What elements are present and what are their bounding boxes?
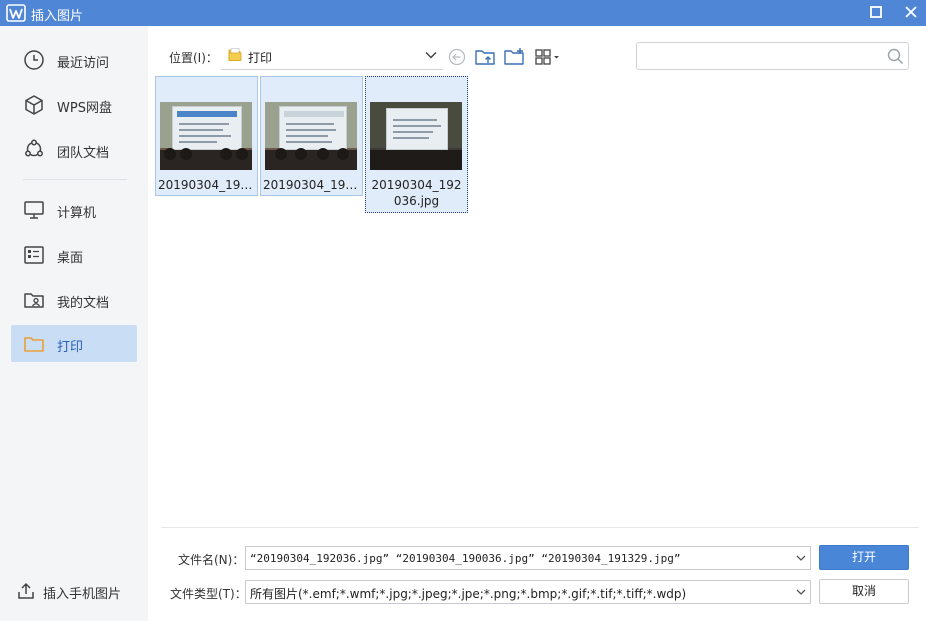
new-folder-icon[interactable] [503, 47, 525, 67]
sidebar-item-label: 桌面 [57, 251, 84, 266]
sidebar-item-team-docs[interactable]: 团队文档 [11, 131, 137, 168]
team-icon [25, 139, 43, 157]
filetype-select[interactable]: 所有图片(*.emf;*.wmf;*.jpg;*.jpeg;*.jpe;*.pn… [245, 580, 811, 604]
title-bar: 插入图片 [0, 0, 926, 26]
window-title: 插入图片 [31, 9, 84, 24]
location-label: 位置(I)： [169, 51, 218, 65]
chevron-down-icon [425, 51, 437, 59]
back-icon[interactable] [446, 47, 468, 67]
phone-upload-icon [18, 582, 34, 599]
sidebar-item-label: 我的文档 [57, 296, 110, 311]
folder-icon [24, 337, 44, 352]
location-dropdown[interactable]: 打印 [221, 42, 443, 70]
monitor-icon [24, 201, 44, 219]
filename-label: 文件名(N)： [178, 553, 245, 567]
insert-phone-image-link[interactable]: 插入手机图片 [14, 580, 139, 602]
cancel-button[interactable]: 取消 [819, 579, 909, 604]
desktop-icon [24, 246, 44, 264]
filename-combobox[interactable]: “20190304_192036.jpg” “20190304_190036.j… [245, 546, 811, 570]
view-mode-icon[interactable] [534, 47, 562, 67]
sidebar-item-label: WPS网盘 [57, 101, 112, 116]
filetype-value: 所有图片(*.emf;*.wmf;*.jpg;*.jpeg;*.jpe;*.pn… [250, 587, 687, 601]
image-thumbnail [160, 102, 252, 170]
file-name: 20190304_191... [263, 178, 360, 192]
insert-phone-image-label: 插入手机图片 [43, 587, 122, 602]
close-icon[interactable] [903, 4, 919, 20]
chevron-down-icon[interactable] [796, 588, 806, 596]
footer-divider [161, 527, 919, 528]
sidebar-item-desktop[interactable]: 桌面 [11, 236, 137, 273]
sidebar-item-computer[interactable]: 计算机 [11, 191, 137, 228]
clock-icon [24, 50, 44, 70]
sidebar-divider [23, 179, 127, 180]
sidebar-item-label: 计算机 [57, 206, 97, 221]
filetype-label: 文件类型(T)： [170, 587, 247, 601]
wps-logo-icon [6, 4, 26, 22]
search-box[interactable] [636, 42, 909, 70]
sidebar-item-label: 团队文档 [57, 146, 110, 161]
sidebar-item-wps-cloud[interactable]: WPS网盘 [11, 86, 137, 123]
file-name: 20190304_190... [158, 178, 255, 192]
folder-icon [228, 48, 242, 61]
sidebar-item-my-documents[interactable]: 我的文档 [11, 281, 137, 318]
search-icon[interactable] [887, 48, 904, 65]
up-folder-icon[interactable] [474, 47, 496, 67]
location-value: 打印 [248, 51, 273, 65]
user-folder-icon [24, 293, 44, 308]
maximize-icon[interactable] [869, 5, 883, 19]
sidebar-item-label: 打印 [57, 340, 84, 355]
sidebar-item-print[interactable]: 打印 [11, 325, 137, 362]
cloud-cube-icon [25, 95, 43, 115]
file-name: 20190304_192036.jpg [371, 178, 462, 208]
file-item[interactable]: 20190304_190... [155, 76, 258, 196]
image-thumbnail [265, 102, 357, 170]
filename-value: “20190304_192036.jpg” “20190304_190036.j… [250, 552, 681, 565]
chevron-down-icon[interactable] [796, 554, 806, 562]
search-input[interactable] [643, 47, 879, 65]
sidebar-item-recent[interactable]: 最近访问 [11, 41, 137, 78]
file-item[interactable]: 20190304_192036.jpg [365, 76, 468, 213]
file-item[interactable]: 20190304_191... [260, 76, 363, 196]
open-button[interactable]: 打开 [819, 545, 909, 570]
image-thumbnail [370, 102, 462, 170]
sidebar: 最近访问 WPS网盘 团队文档 计算机 桌面 我的文档 打印 插入手机图片 [0, 26, 148, 621]
sidebar-item-label: 最近访问 [57, 56, 110, 71]
